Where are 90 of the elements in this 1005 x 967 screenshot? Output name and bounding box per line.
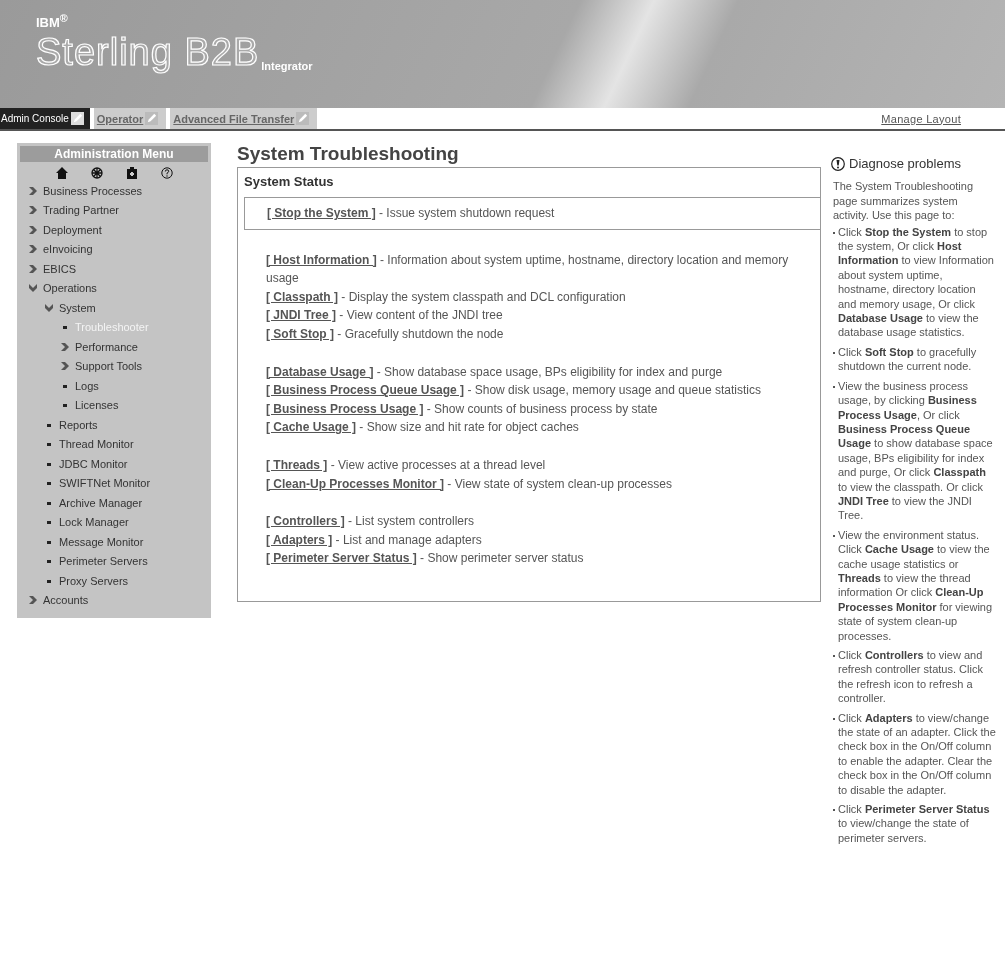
- menu-item[interactable]: Perimeter Servers: [59, 555, 148, 568]
- action-link[interactable]: [ Cache Usage ]: [266, 420, 357, 435]
- chevron-right-icon[interactable]: [29, 225, 37, 234]
- menu-item[interactable]: SWIFTNet Monitor: [59, 477, 151, 490]
- exclamation-icon: [831, 157, 845, 172]
- console-tab[interactable]: Advanced File Transfer: [170, 108, 318, 129]
- action-link[interactable]: [ Soft Stop ]: [266, 326, 334, 341]
- chevron-right-icon[interactable]: [61, 342, 69, 351]
- chevron-right-icon[interactable]: [29, 186, 37, 195]
- manage-layout-link[interactable]: Manage Layout: [881, 112, 961, 125]
- menu-item[interactable]: Licenses: [75, 399, 119, 412]
- menu-item[interactable]: Proxy Servers: [59, 574, 129, 587]
- action-link[interactable]: [ Adapters ]: [266, 532, 333, 547]
- menu-item[interactable]: EBICS: [43, 262, 76, 275]
- chevron-right-icon[interactable]: [29, 245, 37, 254]
- menu-item[interactable]: Lock Manager: [59, 516, 129, 529]
- help-text: View the business process usage, by clicking Business Process Usage, Or click Business Process Queue Usage to show database space usage, BPs eligibility for index and purge, Or click Classpath to view the classpath. Or click JNDI Tree to view the JNDI Tree.: [838, 378, 994, 523]
- action-link[interactable]: [ JNDI Tree ]: [266, 308, 337, 323]
- action-link[interactable]: [ Business Process Queue Usage ]: [266, 383, 465, 398]
- menu-item[interactable]: Deployment: [43, 223, 102, 236]
- help-text: Click Perimeter Server Status to view/change the state of perimeter servers.: [838, 802, 991, 846]
- panel-title: System Status: [244, 174, 335, 189]
- link-description: [ Clean-Up Processes Monitor ] - View state of system clean-up processes: [266, 475, 673, 493]
- help-icon[interactable]: [160, 167, 173, 179]
- help-text: View the environment status. Click Cache Usage to view the cache usage statistics or Threads to view the thread information Or click Clean-Up Processes Monitor for viewing state of system clean-up processes.: [838, 527, 994, 643]
- menu-item[interactable]: System: [59, 301, 96, 314]
- bullet-icon: [45, 440, 53, 449]
- action-link[interactable]: [ Host Information ]: [266, 252, 377, 267]
- link-description: [ Soft Stop ] - Gracefully shutdown the node: [266, 325, 505, 343]
- link-description: [ Business Process Queue Usage ] - Show disk usage, memory usage and queue statistics: [266, 382, 762, 400]
- wheel-icon[interactable]: [90, 167, 103, 179]
- bullet-icon: [45, 557, 53, 566]
- medical-kit-icon[interactable]: [125, 167, 138, 179]
- home-icon[interactable]: [55, 167, 68, 179]
- product-name: Sterling B2B: [36, 30, 260, 75]
- menu-item[interactable]: Business Processes: [43, 184, 143, 197]
- link-description: [ Database Usage ] - Show database space usage, BPs eligibility for index and purge: [266, 363, 724, 381]
- action-link[interactable]: [ Database Usage ]: [266, 364, 374, 379]
- bullet-icon: [61, 401, 69, 410]
- link-description: [ Cache Usage ] - Show size and hit rate for object caches: [266, 419, 580, 437]
- menu-item[interactable]: JDBC Monitor: [59, 457, 128, 470]
- help-title: Diagnose problems: [849, 157, 961, 172]
- menu-title: Administration Menu: [20, 146, 208, 162]
- chevron-right-icon[interactable]: [29, 206, 37, 215]
- action-link[interactable]: [ Clean-Up Processes Monitor ]: [266, 476, 445, 491]
- bullet-icon: [61, 323, 69, 332]
- menu-item[interactable]: Archive Manager: [59, 496, 143, 509]
- menu-item[interactable]: Support Tools: [75, 360, 143, 373]
- help-text: Click Soft Stop to gracefully shutdown the current node.: [838, 344, 978, 374]
- link-description: [ Controllers ] - List system controllers: [266, 513, 476, 531]
- edit-icon[interactable]: [70, 112, 84, 125]
- bullet-icon: [45, 479, 53, 488]
- action-link[interactable]: [ Controllers ]: [266, 514, 345, 529]
- action-link[interactable]: [ Stop the System ]: [267, 206, 376, 220]
- help-intro: The System Troubleshooting page summarizes system activity. Use this page to:: [833, 179, 975, 223]
- help-text: Click Controllers to view and refresh controller status. Click the refresh icon to refresh a controller.: [838, 648, 984, 706]
- menu-item[interactable]: Accounts: [43, 594, 89, 607]
- link-description: [ Classpath ] - Display the system classpath and DCL configuration: [266, 288, 627, 306]
- help-text: Click Adapters to view/change the state of an adapter. Click the check box in the On/Off column to enable the adapter. Clear the check box in the On/Off column to disable the adapter.: [838, 710, 996, 798]
- link-description: [ Business Process Usage ] - Show counts of business process by state: [266, 400, 659, 418]
- page-title: System Troubleshooting: [237, 143, 460, 165]
- menu-item[interactable]: Thread Monitor: [59, 438, 134, 451]
- chevron-right-icon[interactable]: [29, 264, 37, 273]
- link-description: [ Perimeter Server Status ] - Show perimeter server status: [266, 550, 585, 568]
- menu-item[interactable]: Message Monitor: [59, 535, 144, 548]
- product-subtitle: Integrator: [261, 60, 313, 73]
- menu-item[interactable]: Performance: [75, 340, 138, 353]
- console-tab[interactable]: Admin Console: [0, 108, 90, 129]
- chevron-right-icon[interactable]: [29, 596, 37, 605]
- menu-item[interactable]: eInvoicing: [43, 243, 93, 256]
- link-description: [ Host Information ] - Information about system uptime, hostname, directory location and memory usage: [266, 251, 790, 288]
- menu-item[interactable]: Operations: [43, 282, 97, 295]
- action-link[interactable]: [ Perimeter Server Status ]: [266, 551, 417, 566]
- bullet-icon: [45, 518, 53, 527]
- action-link[interactable]: [ Business Process Usage ]: [266, 401, 424, 416]
- chevron-right-icon[interactable]: [61, 362, 69, 371]
- action-link[interactable]: [ Classpath ]: [266, 289, 338, 304]
- link-description: [ Adapters ] - List and manage adapters: [266, 531, 483, 549]
- company-name: IBM$^{®}$: [36, 12, 69, 31]
- menu-item[interactable]: Reports: [59, 418, 98, 431]
- action-link[interactable]: [ Threads ]: [266, 457, 328, 472]
- menu-item[interactable]: Trading Partner: [43, 204, 120, 217]
- menu-item[interactable]: Logs: [75, 379, 99, 392]
- link-description: [ Stop the System ] - Issue system shutdown request: [267, 205, 556, 222]
- chevron-down-icon[interactable]: [45, 303, 53, 312]
- link-description: [ Threads ] - View active processes at a thread level: [266, 456, 547, 474]
- chevron-down-icon[interactable]: [29, 284, 37, 293]
- link-description: [ JNDI Tree ] - View content of the JNDI tree: [266, 307, 504, 325]
- console-tab[interactable]: Operator: [93, 108, 167, 129]
- help-text: Click Stop the System to stop the system, Or click Host Information to view Information about system uptime, hostname, directory location and memory usage, Or click Database Usage to view the database usage statistics.: [838, 224, 995, 340]
